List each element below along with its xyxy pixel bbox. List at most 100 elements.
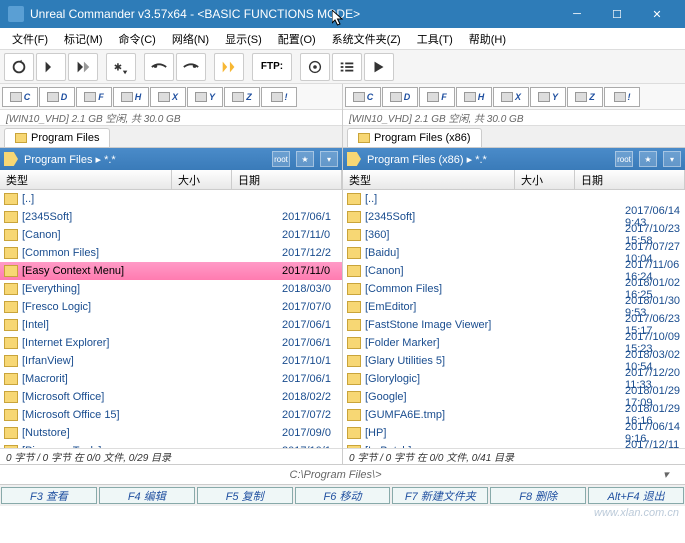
file-row[interactable]: [IrfanView]2017/10/1 bbox=[0, 352, 342, 370]
menu-item[interactable]: 配置(O) bbox=[270, 29, 324, 49]
file-row[interactable]: [Fresco Logic]2017/07/0 bbox=[0, 298, 342, 316]
target-icon[interactable] bbox=[300, 53, 330, 81]
menu-item[interactable]: 工具(T) bbox=[409, 29, 461, 49]
root-button[interactable]: root bbox=[272, 151, 290, 167]
fn-button[interactable]: F3 查看 bbox=[1, 487, 97, 504]
drive-button-h[interactable]: H bbox=[113, 87, 149, 107]
history-button[interactable]: ▾ bbox=[320, 151, 338, 167]
left-tab[interactable]: Program Files bbox=[4, 128, 110, 147]
drive-button-d[interactable]: D bbox=[39, 87, 75, 107]
file-row[interactable]: [Canon]2017/11/0 bbox=[0, 226, 342, 244]
view-btn-1[interactable] bbox=[36, 53, 66, 81]
file-row[interactable]: [2345Soft]2017/06/1 bbox=[0, 208, 342, 226]
svg-text:✱: ✱ bbox=[114, 62, 122, 73]
filter-button[interactable]: ✱ bbox=[106, 53, 136, 81]
left-file-list[interactable]: [..][2345Soft]2017/06/1[Canon]2017/11/0[… bbox=[0, 190, 342, 448]
menu-item[interactable]: 网络(N) bbox=[164, 29, 217, 49]
file-row[interactable]: [Internet Explorer]2017/06/1 bbox=[0, 334, 342, 352]
fn-button[interactable]: F7 新建文件夹 bbox=[392, 487, 488, 504]
right-status: 0 字节 / 0 字节 在 0/0 文件, 0/41 目录 bbox=[343, 448, 685, 464]
cmd-dropdown[interactable]: ▾ bbox=[663, 468, 677, 481]
folder-icon bbox=[347, 283, 361, 295]
col-size[interactable]: 大小 bbox=[172, 170, 232, 189]
refresh-button[interactable] bbox=[4, 53, 34, 81]
folder-icon bbox=[4, 229, 18, 241]
col-size[interactable]: 大小 bbox=[515, 170, 575, 189]
drive-button-f[interactable]: F bbox=[76, 87, 112, 107]
drive-button-x[interactable]: X bbox=[493, 87, 529, 107]
menu-bar: 文件(F)标记(M)命令(C)网络(N)显示(S)配置(O)系统文件夹(Z)工具… bbox=[0, 28, 685, 50]
col-date[interactable]: 日期 bbox=[575, 170, 685, 189]
file-row[interactable]: [Easy Context Menu]2017/11/0 bbox=[0, 262, 342, 280]
fn-button[interactable]: F6 移动 bbox=[295, 487, 391, 504]
menu-item[interactable]: 标记(M) bbox=[56, 29, 111, 49]
drive-button-z[interactable]: Z bbox=[567, 87, 603, 107]
history-button[interactable]: ▾ bbox=[663, 151, 681, 167]
right-tab-label: Program Files (x86) bbox=[374, 132, 471, 144]
drive-button-h[interactable]: H bbox=[456, 87, 492, 107]
file-row[interactable]: [Everything]2018/03/0 bbox=[0, 280, 342, 298]
folder-icon bbox=[4, 337, 18, 349]
folder-icon bbox=[4, 283, 18, 295]
drive-button-y[interactable]: Y bbox=[530, 87, 566, 107]
root-button[interactable]: root bbox=[615, 151, 633, 167]
drive-button-z[interactable]: Z bbox=[224, 87, 260, 107]
menu-item[interactable]: 文件(F) bbox=[4, 29, 56, 49]
fn-button[interactable]: F5 复制 bbox=[197, 487, 293, 504]
eye-left-icon[interactable] bbox=[144, 53, 174, 81]
drive-button-y[interactable]: Y bbox=[187, 87, 223, 107]
file-row[interactable]: [..] bbox=[0, 190, 342, 208]
drive-button-x[interactable]: X bbox=[150, 87, 186, 107]
cmd-prompt: C:\Program Files\> bbox=[8, 469, 663, 481]
drive-button-f[interactable]: F bbox=[419, 87, 455, 107]
col-name[interactable]: 类型 bbox=[343, 170, 515, 189]
fav-button[interactable]: ★ bbox=[296, 151, 314, 167]
fav-button[interactable]: ★ bbox=[639, 151, 657, 167]
window-title: Unreal Commander v3.57x64 - <BASIC FUNCT… bbox=[30, 7, 557, 21]
list-icon[interactable] bbox=[332, 53, 362, 81]
drive-button-d[interactable]: D bbox=[382, 87, 418, 107]
drive-button-c[interactable]: C bbox=[345, 87, 381, 107]
col-date[interactable]: 日期 bbox=[232, 170, 342, 189]
drive-button-![interactable]: ! bbox=[604, 87, 640, 107]
dual-view-icon[interactable] bbox=[214, 53, 244, 81]
right-tab[interactable]: Program Files (x86) bbox=[347, 128, 482, 147]
file-row[interactable]: [Nutstore]2017/09/0 bbox=[0, 424, 342, 442]
menu-item[interactable]: 显示(S) bbox=[217, 29, 270, 49]
fn-button[interactable]: F8 删除 bbox=[490, 487, 586, 504]
fn-button[interactable]: F4 编辑 bbox=[99, 487, 195, 504]
left-path-bar[interactable]: Program Files ▸ *.* root ★ ▾ bbox=[0, 148, 342, 170]
drive-button-c[interactable]: C bbox=[2, 87, 38, 107]
command-line[interactable]: C:\Program Files\> ▾ bbox=[0, 464, 685, 484]
close-button[interactable]: ✕ bbox=[637, 0, 677, 28]
folder-icon bbox=[347, 211, 361, 223]
minimize-button[interactable]: ─ bbox=[557, 0, 597, 28]
file-row[interactable]: [Intel]2017/06/1 bbox=[0, 316, 342, 334]
view-btn-2[interactable] bbox=[68, 53, 98, 81]
folder-icon bbox=[15, 133, 27, 143]
menu-item[interactable]: 帮助(H) bbox=[461, 29, 514, 49]
ftp-button[interactable]: FTP: bbox=[252, 53, 292, 81]
file-row[interactable]: [Common Files]2017/12/2 bbox=[0, 244, 342, 262]
path-arrow-icon bbox=[4, 152, 18, 166]
path-arrow-icon bbox=[347, 152, 361, 166]
folder-icon bbox=[347, 337, 361, 349]
menu-item[interactable]: 命令(C) bbox=[111, 29, 164, 49]
play-icon[interactable] bbox=[364, 53, 394, 81]
folder-icon bbox=[4, 301, 18, 313]
file-row[interactable]: [Microsoft Office]2018/02/2 bbox=[0, 388, 342, 406]
menu-item[interactable]: 系统文件夹(Z) bbox=[324, 29, 409, 49]
folder-icon bbox=[347, 247, 361, 259]
folder-icon bbox=[347, 409, 361, 421]
right-file-list[interactable]: [..][2345Soft]2017/06/14 9:43[360]2017/1… bbox=[343, 190, 685, 448]
eye-right-icon[interactable] bbox=[176, 53, 206, 81]
app-icon bbox=[8, 6, 24, 22]
right-path-bar[interactable]: Program Files (x86) ▸ *.* root ★ ▾ bbox=[343, 148, 685, 170]
file-row[interactable]: [Macrorit]2017/06/1 bbox=[0, 370, 342, 388]
folder-icon bbox=[4, 355, 18, 367]
col-name[interactable]: 类型 bbox=[0, 170, 172, 189]
drive-button-![interactable]: ! bbox=[261, 87, 297, 107]
maximize-button[interactable]: ☐ bbox=[597, 0, 637, 28]
file-row[interactable]: [Microsoft Office 15]2017/07/2 bbox=[0, 406, 342, 424]
fn-button[interactable]: Alt+F4 退出 bbox=[588, 487, 684, 504]
